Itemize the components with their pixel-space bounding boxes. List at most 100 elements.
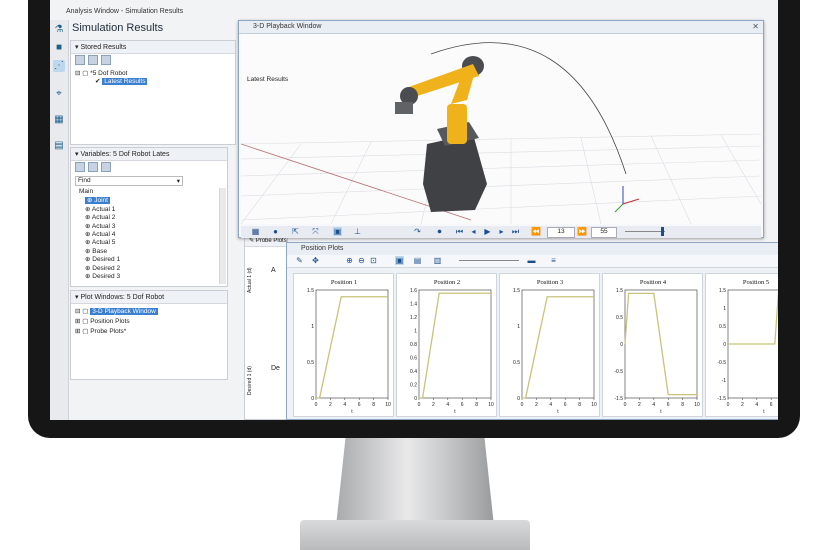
left-toolstrip: ⚗ ■ ⋰ ⌖ ▦ ▤ — [50, 20, 69, 420]
step-forward-icon[interactable]: ▸ — [497, 227, 506, 236]
fast-forward-icon[interactable]: ⏩ — [577, 227, 587, 236]
y-tick-label: -1 — [722, 378, 727, 384]
variable-item[interactable]: ⊕ Actual 5 — [85, 238, 115, 246]
add-icon[interactable] — [75, 162, 85, 172]
plot-slider-track[interactable] — [459, 260, 519, 261]
view-icon[interactable]: ▣ — [333, 227, 342, 236]
x-axis-label: t — [763, 409, 765, 415]
playback-window: 3-D Playback Window ✕ Latest Results ▦ ●… — [238, 20, 764, 238]
tree-child-row[interactable]: ✔ Latest Results — [95, 77, 148, 85]
chart-position-5[interactable]: Position 51.510.50-0.5-1-1.50246810t — [705, 273, 778, 417]
stored-results-header[interactable]: ▾ Stored Results — [71, 41, 235, 54]
x-axis-label: t — [351, 409, 353, 415]
x-tick-label: 2 — [535, 402, 538, 408]
screen: Analysis Window - Simulation Results ⚗ ■… — [50, 0, 778, 420]
chart-position-1[interactable]: Position 1 1.5 1 0.5 0 0 2 4 6 8 10 t — [293, 273, 394, 417]
grid-icon[interactable]: ▦ — [53, 114, 65, 126]
flask-icon[interactable]: ⚗ — [53, 24, 65, 36]
x-tick-label: 8 — [372, 402, 375, 408]
series-line — [522, 296, 594, 399]
step-back-icon[interactable]: ◂ — [469, 227, 478, 236]
end-field[interactable]: 55 — [591, 227, 617, 238]
skip-end-icon[interactable]: ⏭ — [511, 227, 520, 236]
x-tick-label: 0 — [521, 402, 524, 408]
filter-icon[interactable] — [101, 55, 111, 65]
y-tick-label: 1 — [723, 306, 726, 312]
latest-results-item[interactable]: Latest Results — [102, 78, 148, 85]
camera-icon[interactable]: ▦ — [251, 227, 260, 236]
path-icon[interactable]: ↷ — [413, 227, 422, 236]
variable-item[interactable]: ⊕ Actual 3 — [85, 222, 115, 230]
expand-icon[interactable] — [75, 55, 85, 65]
select-icon[interactable]: ⇱ — [291, 227, 300, 236]
fit-icon[interactable]: ⤧ — [311, 227, 320, 236]
zoom-in-icon[interactable]: ⊕ — [345, 256, 354, 265]
variable-item[interactable]: ⊕ Actual 1 — [85, 205, 115, 213]
grid-toggle-icon[interactable]: ▤ — [413, 256, 422, 265]
y-tick-label: 0.5 — [513, 360, 520, 366]
playback-window-title[interactable]: 3-D Playback Window ✕ — [239, 21, 763, 34]
variable-item[interactable]: ⊕ Base — [85, 247, 107, 255]
x-tick-label: 0 — [624, 402, 627, 408]
chart-position-4[interactable]: Position 4 1.5 0.5 0 -0.5 -1.5 0 2 4 6 8 10 t — [602, 273, 703, 417]
y-tick-label: -1.5 — [614, 396, 623, 402]
refresh-icon[interactable] — [101, 162, 111, 172]
x-tick-label: 8 — [475, 402, 478, 408]
target-icon[interactable]: ⌖ — [53, 88, 65, 100]
tree-root-row[interactable]: ⊟ ▢ *5 Dof Robot — [75, 69, 127, 77]
frame-field[interactable]: 13 — [547, 227, 575, 238]
chart-icon[interactable]: ⋰ — [53, 60, 65, 72]
variable-item[interactable]: ⊕ Actual 4 — [85, 230, 115, 238]
plot-window-item-3[interactable]: ⊞ ▢ Probe Plots* — [75, 327, 126, 335]
close-icon[interactable]: ✕ — [752, 21, 759, 33]
play-icon[interactable]: ▶ — [483, 227, 492, 236]
export-icon[interactable]: ▬ — [527, 256, 536, 265]
variable-item[interactable]: Main — [79, 188, 93, 195]
zoom-box-icon[interactable]: ⊡ — [369, 256, 378, 265]
calendar-icon[interactable]: ▤ — [53, 140, 65, 152]
variable-item[interactable]: ⊕ Desired 2 — [85, 264, 120, 272]
variables-find-field[interactable]: Find ▾ — [75, 176, 183, 186]
collapse-icon[interactable] — [88, 55, 98, 65]
playback-toolbar: ▦ ● ⇱ ⤧ ▣ ⊥ ↷ ⏺ ⏮ ◂ ▶ ▸ ⏭ ⏪ 13 ⏩ 55 — [241, 226, 761, 238]
rewind-icon[interactable]: ⏪ — [531, 227, 541, 236]
variables-header[interactable]: ▾ Variables: 5 Dof Robot Lates — [71, 148, 227, 161]
plot-window-item-2[interactable]: ⊞ ▢ Position Plots — [75, 317, 130, 325]
3d-viewport[interactable]: Latest Results — [241, 34, 761, 224]
lock-icon[interactable]: ■ — [53, 42, 65, 54]
playback-slider-thumb[interactable] — [661, 227, 664, 236]
legend-icon[interactable]: ▥ — [433, 256, 442, 265]
x-tick-label: 2 — [329, 402, 332, 408]
globe-icon[interactable]: ● — [271, 227, 280, 236]
variable-item[interactable]: ⊕ Desired 1 — [85, 255, 120, 263]
probe-plots-window: ✎ Probe Plots A Actual 1 (d) De Desired … — [244, 234, 288, 420]
x-tick-label: 6 — [667, 402, 670, 408]
y-tick-label: 0.8 — [410, 342, 417, 348]
x-axis-label: t — [454, 409, 456, 415]
pen-icon[interactable]: ✎ — [295, 256, 304, 265]
settings-icon[interactable]: ≡ — [549, 256, 558, 265]
variable-item[interactable]: ⊕ Desired 3 — [85, 272, 120, 280]
variable-item[interactable]: ⊕ Actual 2 — [85, 213, 115, 221]
zoom-out-icon[interactable]: ⊖ — [357, 256, 366, 265]
series-line — [624, 292, 697, 396]
playback-slider-track[interactable] — [625, 231, 665, 232]
chart-position-3[interactable]: Position 3 1.5 1 0.5 0 0 2 4 6 8 10 t — [499, 273, 600, 417]
remove-icon[interactable] — [88, 162, 98, 172]
window-title: Analysis Window - Simulation Results — [66, 8, 184, 15]
chart-position-2[interactable]: Position 2 1.6 1.4 1.2 1 0.8 0.6 0.4 0.2 0 0 2 4 6 8 10… — [396, 273, 497, 417]
chart-title: Position 4 — [640, 279, 667, 286]
record-icon[interactable]: ⏺ — [435, 227, 444, 236]
x-tick-label: 4 — [446, 402, 449, 408]
skip-start-icon[interactable]: ⏮ — [455, 227, 464, 236]
axes-icon[interactable]: ⊥ — [353, 227, 362, 236]
plot-window-item-1[interactable]: ⊟ ▢ 3-D Playback Window — [75, 307, 158, 315]
y-tick-label: 1.6 — [410, 288, 417, 294]
monitor-stand-base — [300, 520, 530, 550]
variable-item[interactable]: ⊕ Joint — [85, 196, 110, 205]
variables-scrollbar[interactable] — [219, 188, 226, 284]
layout-icon[interactable]: ▣ — [395, 256, 404, 265]
pan-icon[interactable]: ✥ — [311, 256, 320, 265]
stored-results-toolbar — [75, 55, 111, 65]
plot-windows-header[interactable]: ▾ Plot Windows: 5 Dof Robot — [71, 291, 227, 304]
